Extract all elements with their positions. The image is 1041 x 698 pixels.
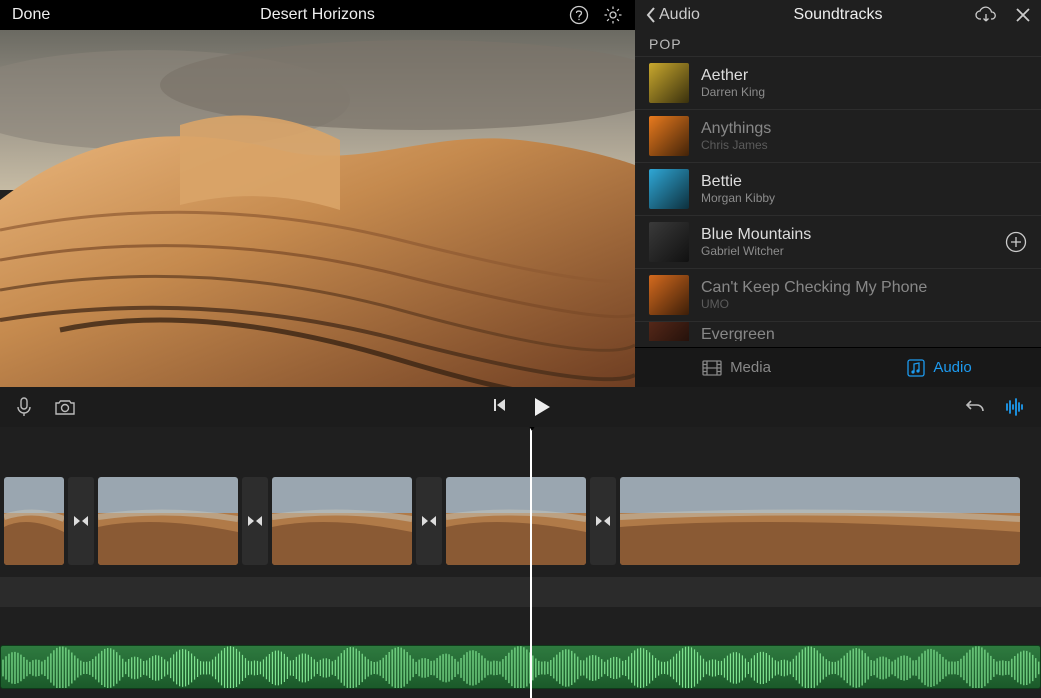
back-button[interactable]: Audio	[645, 6, 700, 24]
audio-track[interactable]	[0, 645, 1041, 689]
add-track-button[interactable]	[1005, 231, 1027, 253]
section-label: POP	[635, 30, 1041, 56]
track-name: Blue Mountains	[701, 225, 811, 244]
project-title: Desert Horizons	[0, 6, 635, 24]
track-artist: Chris James	[701, 138, 771, 154]
viewer-header: Done Desert Horizons	[0, 0, 635, 30]
track-artist: Darren King	[701, 85, 765, 101]
back-label: Audio	[659, 6, 700, 24]
track-list[interactable]: AetherDarren KingAnythingsChris JamesBet…	[635, 56, 1041, 347]
video-preview[interactable]	[0, 30, 635, 387]
video-clip[interactable]	[272, 477, 412, 565]
audio-waveform-icon[interactable]	[1005, 398, 1025, 416]
video-clip[interactable]	[4, 477, 64, 565]
album-art	[649, 116, 689, 156]
settings-gear-icon[interactable]	[603, 5, 623, 25]
video-clip[interactable]	[620, 477, 1020, 565]
soundtrack-row[interactable]: BettieMorgan Kibby	[635, 162, 1041, 215]
timeline-spacer-track	[0, 577, 1041, 607]
album-art	[649, 321, 689, 341]
video-clip[interactable]	[446, 477, 586, 565]
transition-icon[interactable]	[590, 477, 616, 565]
soundtrack-row[interactable]: Blue MountainsGabriel Witcher	[635, 215, 1041, 268]
undo-icon[interactable]	[965, 398, 985, 416]
transition-icon[interactable]	[68, 477, 94, 565]
timeline[interactable]	[0, 427, 1041, 698]
soundtrack-row[interactable]: AetherDarren King	[635, 56, 1041, 109]
soundtrack-row[interactable]: AnythingsChris James	[635, 109, 1041, 162]
help-icon[interactable]	[569, 5, 589, 25]
camera-snapshot-icon[interactable]	[54, 398, 76, 416]
transition-icon[interactable]	[242, 477, 268, 565]
playback-controls	[0, 387, 1041, 427]
video-clip[interactable]	[98, 477, 238, 565]
tab-audio-label: Audio	[933, 359, 971, 376]
microphone-icon[interactable]	[16, 397, 32, 417]
track-artist: UMO	[701, 297, 927, 313]
transition-icon[interactable]	[416, 477, 442, 565]
play-icon[interactable]	[533, 397, 551, 417]
soundtrack-row[interactable]: Evergreen	[635, 321, 1041, 341]
tab-audio[interactable]: Audio	[838, 348, 1041, 387]
album-art	[649, 63, 689, 103]
done-button[interactable]: Done	[0, 6, 62, 24]
album-art	[649, 275, 689, 315]
track-name: Aether	[701, 66, 765, 85]
cloud-download-icon[interactable]	[975, 6, 997, 24]
close-icon[interactable]	[1015, 7, 1031, 23]
track-artist: Gabriel Witcher	[701, 244, 811, 260]
track-name: Bettie	[701, 172, 775, 191]
soundtrack-row[interactable]: Can't Keep Checking My PhoneUMO	[635, 268, 1041, 321]
soundtracks-panel: Audio Soundtracks POP AetherDarren KingA…	[635, 0, 1041, 387]
track-name: Evergreen	[701, 325, 775, 341]
album-art	[649, 169, 689, 209]
track-name: Can't Keep Checking My Phone	[701, 278, 927, 297]
tab-media[interactable]: Media	[635, 348, 838, 387]
tab-media-label: Media	[730, 359, 771, 376]
track-artist: Morgan Kibby	[701, 191, 775, 207]
track-name: Anythings	[701, 119, 771, 138]
album-art	[649, 222, 689, 262]
playhead[interactable]	[530, 427, 532, 698]
skip-back-icon[interactable]	[491, 397, 507, 417]
